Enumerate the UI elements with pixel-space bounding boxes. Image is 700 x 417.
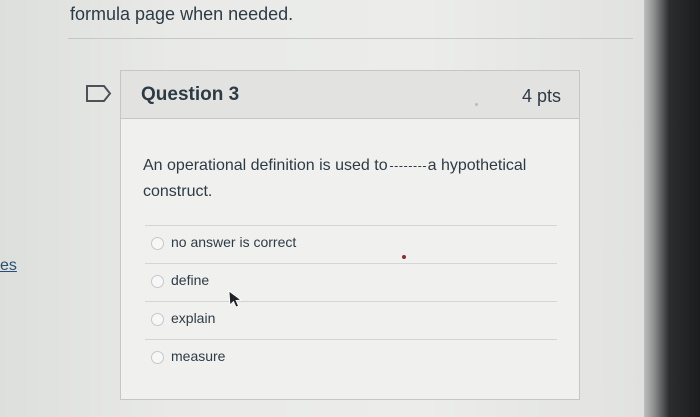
answer-option[interactable]: no answer is correct (145, 225, 557, 263)
answer-divider (145, 225, 557, 226)
radio-icon[interactable] (151, 351, 164, 364)
answer-divider (145, 263, 557, 264)
answer-label[interactable]: define (171, 272, 209, 288)
answer-label[interactable]: no answer is correct (171, 234, 296, 250)
question-header: Question 3 4 pts (121, 71, 579, 119)
answer-blank (389, 166, 426, 167)
screen-mark (402, 255, 406, 259)
answer-option[interactable]: define (145, 263, 557, 301)
question-card: Question 3 4 pts An operational definiti… (120, 70, 580, 400)
answer-option[interactable]: explain (145, 301, 557, 339)
screen-dust-dot (475, 103, 478, 106)
section-divider (68, 38, 633, 39)
radio-icon[interactable] (151, 237, 164, 250)
cursor-icon (228, 290, 244, 308)
answer-label[interactable]: measure (171, 348, 225, 364)
question-text: An operational definition is used to a hy… (143, 153, 553, 205)
question-text-start: An operational definition is used to (143, 157, 388, 174)
answer-option[interactable]: measure (145, 339, 557, 377)
radio-icon[interactable] (151, 313, 164, 326)
monitor-bezel (644, 0, 700, 417)
radio-icon[interactable] (151, 275, 164, 288)
left-link-fragment[interactable]: es (0, 257, 17, 275)
answer-divider (145, 301, 557, 302)
answer-label[interactable]: explain (171, 310, 215, 326)
question-title: Question 3 (141, 84, 240, 105)
question-points: 4 pts (521, 86, 561, 106)
instruction-text: formula page when needed. (70, 4, 294, 24)
flag-icon[interactable] (86, 85, 112, 102)
answer-divider (145, 339, 557, 340)
